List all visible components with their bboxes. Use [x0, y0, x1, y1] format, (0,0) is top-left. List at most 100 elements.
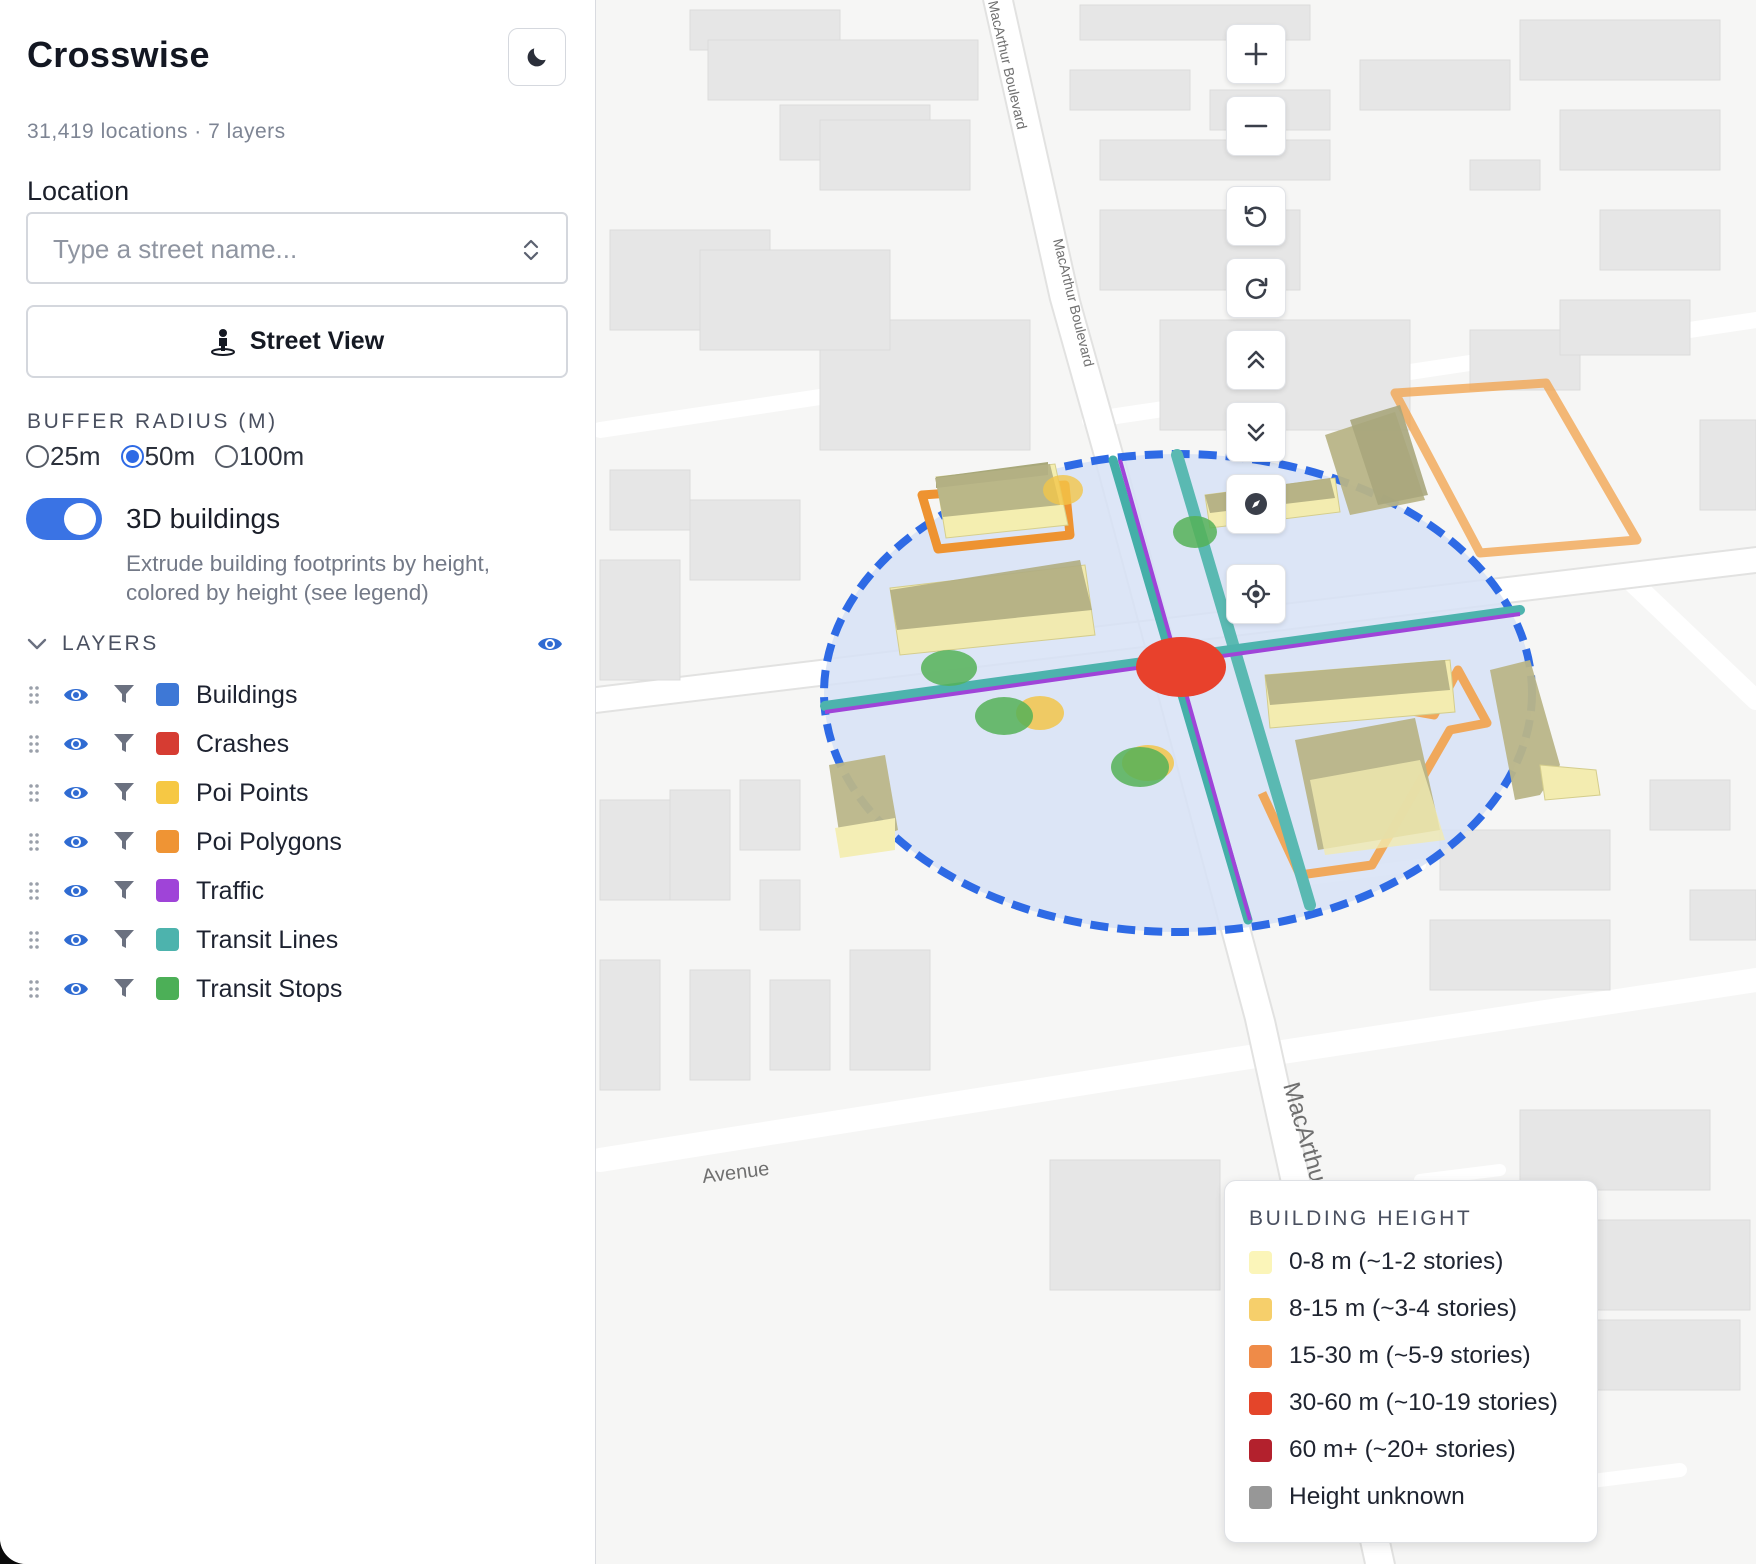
layer-name: Transit Stops	[196, 975, 343, 1003]
legend-label: Height unknown	[1289, 1483, 1465, 1510]
layer-row-transit-lines[interactable]: Transit Lines	[26, 916, 566, 965]
eye-icon[interactable]	[536, 632, 564, 656]
legend-item: 15-30 m (~5-9 stories)	[1249, 1341, 1531, 1371]
layer-row-traffic[interactable]: Traffic	[26, 867, 566, 916]
legend-color-swatch	[1249, 1438, 1272, 1462]
locate-icon	[1241, 579, 1271, 609]
location-label: Location	[27, 176, 130, 206]
street-view-button[interactable]: Street View	[26, 305, 568, 378]
filter-icon[interactable]	[112, 928, 136, 955]
drag-handle[interactable]	[28, 685, 40, 710]
legend-label: 0-8 m (~1-2 stories)	[1289, 1248, 1504, 1275]
filter-icon[interactable]	[112, 977, 136, 1004]
chevron-down-icon[interactable]	[26, 633, 48, 655]
rotate-right-icon	[1245, 277, 1268, 300]
eye-icon[interactable]	[62, 830, 90, 859]
drag-handle-icon[interactable]	[28, 685, 40, 705]
legend-label: 15-30 m (~5-9 stories)	[1289, 1342, 1531, 1369]
toggle-knob	[64, 503, 96, 535]
layer-color-swatch	[156, 781, 179, 804]
layer-row-poi-polygons[interactable]: Poi Polygons	[26, 818, 566, 867]
pitch-up-icon	[1247, 350, 1265, 369]
moon-icon	[527, 48, 546, 67]
drag-handle[interactable]	[28, 979, 40, 1004]
map-view[interactable]: MacArthur Boulevard MacArthur Boulevard …	[596, 0, 1756, 1564]
dataset-stats: 31,419 locations · 7 layers	[27, 120, 286, 143]
filter-icon[interactable]	[112, 830, 136, 857]
eye-icon[interactable]	[62, 879, 90, 908]
layer-color-swatch	[156, 683, 179, 706]
rotate-left-button[interactable]	[1226, 186, 1286, 246]
eye-icon[interactable]	[62, 781, 90, 810]
chevron-updown-icon	[523, 239, 539, 261]
filter-icon[interactable]	[112, 879, 136, 906]
layer-row-crashes[interactable]: Crashes	[26, 720, 566, 769]
theme-toggle-button[interactable]	[508, 28, 566, 86]
eye-icon[interactable]	[62, 732, 90, 761]
radio-label: 50m	[144, 441, 196, 471]
drag-handle-icon[interactable]	[28, 930, 40, 950]
eye-icon[interactable]	[62, 928, 90, 957]
pitch-up-button[interactable]	[1226, 330, 1286, 390]
3d-buildings-label: 3D buildings	[126, 503, 281, 534]
filter-icon[interactable]	[112, 781, 136, 808]
layer-name: Traffic	[196, 877, 265, 905]
drag-handle-icon[interactable]	[28, 979, 40, 999]
legend-color-swatch	[1249, 1297, 1272, 1321]
layer-name: Poi Points	[196, 779, 309, 807]
eye-icon[interactable]	[62, 683, 90, 712]
drag-handle-icon[interactable]	[28, 734, 40, 754]
legend-item: Height unknown	[1249, 1482, 1465, 1512]
layer-row-buildings[interactable]: Buildings	[26, 671, 566, 720]
drag-handle[interactable]	[28, 930, 40, 955]
drag-handle[interactable]	[28, 881, 40, 906]
radio-25m[interactable]: 25m	[26, 441, 101, 472]
eye-icon[interactable]	[62, 977, 90, 1006]
drag-handle[interactable]	[28, 832, 40, 857]
radio-button[interactable]	[215, 445, 239, 468]
3d-buildings-description: Extrude building footprints by height, c…	[126, 551, 490, 605]
drag-handle[interactable]	[28, 734, 40, 759]
radio-button[interactable]	[26, 445, 49, 468]
layer-color-swatch	[156, 830, 179, 853]
layer-color-swatch	[156, 977, 179, 1000]
sidebar: Crosswise 31,419 locations · 7 layers Lo…	[0, 0, 596, 1564]
radio-button-selected[interactable]	[120, 445, 144, 468]
legend-item: 60 m+ (~20+ stories)	[1249, 1435, 1516, 1465]
layer-name: Crashes	[196, 730, 290, 758]
rotate-right-button[interactable]	[1226, 258, 1286, 318]
location-combobox[interactable]	[26, 212, 568, 284]
filter-icon[interactable]	[112, 732, 136, 759]
compass-button[interactable]	[1226, 474, 1286, 534]
legend-title: BUILDING HEIGHT	[1249, 1207, 1473, 1230]
building-height-legend: BUILDING HEIGHT 0-8 m (~1-2 stories) 8-15…	[1224, 1180, 1598, 1543]
layer-row-poi-points[interactable]: Poi Points	[26, 769, 566, 818]
buffer-radius-options: 25m 50m 100m	[26, 441, 324, 472]
radio-label: 100m	[239, 441, 305, 471]
layer-list: Buildings Crashes Poi Points Poi Polygons Tr…	[26, 671, 566, 1014]
layer-row-transit-stops[interactable]: Transit Stops	[26, 965, 566, 1014]
drag-handle-icon[interactable]	[28, 832, 40, 852]
filter-icon[interactable]	[112, 683, 136, 710]
layer-color-swatch	[156, 732, 179, 755]
legend-color-swatch	[1249, 1485, 1272, 1509]
street-view-person-icon	[210, 328, 235, 356]
drag-handle-icon[interactable]	[28, 783, 40, 803]
radio-100m[interactable]: 100m	[215, 441, 304, 472]
radio-label: 25m	[50, 441, 101, 471]
pitch-down-icon	[1247, 423, 1265, 442]
legend-label: 30-60 m (~10-19 stories)	[1289, 1389, 1558, 1416]
3d-buildings-toggle[interactable]	[26, 498, 102, 540]
zoom-in-button[interactable]	[1226, 24, 1286, 84]
drag-handle[interactable]	[28, 783, 40, 808]
zoom-out-button[interactable]	[1226, 96, 1286, 156]
locate-me-button[interactable]	[1226, 564, 1286, 624]
drag-handle-icon[interactable]	[28, 881, 40, 901]
pitch-down-button[interactable]	[1226, 402, 1286, 462]
radio-50m[interactable]: 50m	[120, 441, 196, 472]
crash-marker[interactable]	[1136, 637, 1226, 697]
legend-label: 60 m+ (~20+ stories)	[1289, 1436, 1516, 1463]
layers-section-header[interactable]: LAYERS	[26, 630, 566, 660]
legend-item: 8-15 m (~3-4 stories)	[1249, 1294, 1517, 1324]
location-search-input[interactable]	[28, 214, 525, 284]
